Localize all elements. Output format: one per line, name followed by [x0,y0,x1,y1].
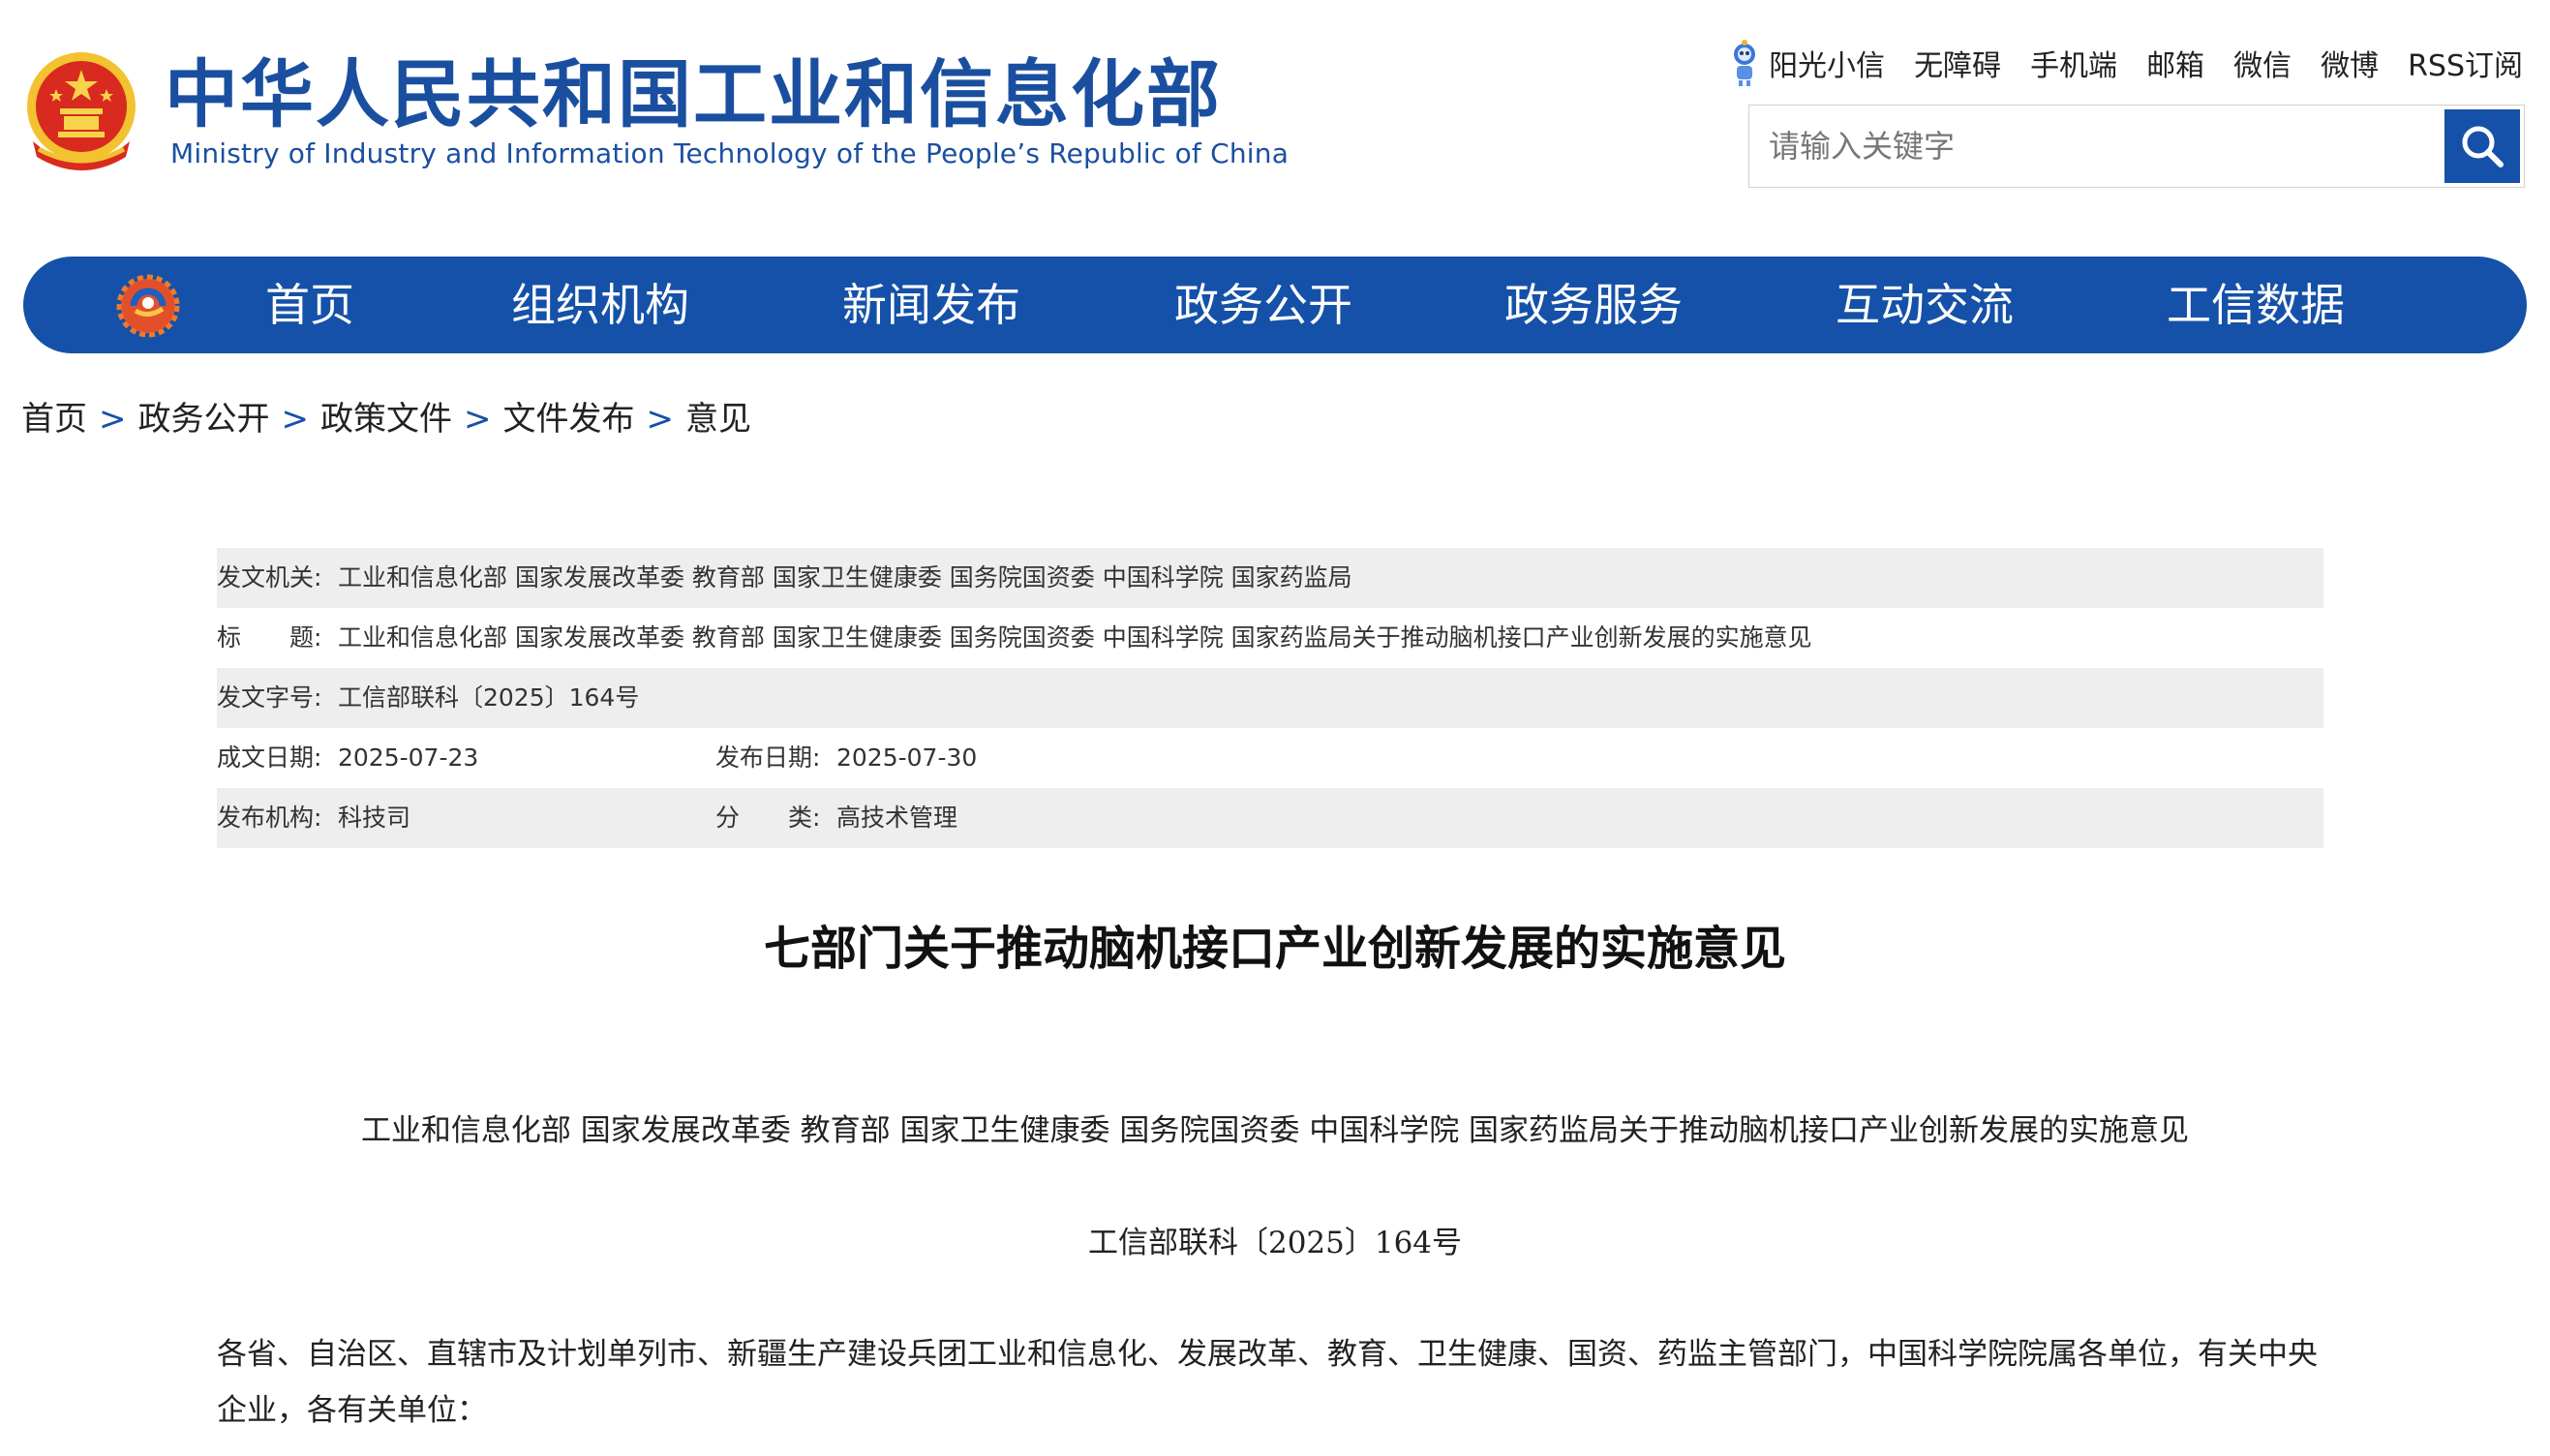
top-link-mobile[interactable]: 手机端 [2030,42,2117,84]
document-meta-table: 发文机关: 工业和信息化部 国家发展改革委 教育部 国家卫生健康委 国务院国资委… [217,548,2323,848]
main-nav: 首页 组织机构 新闻发布 政务公开 政务服务 互动交流 工信数据 [23,257,2527,353]
breadcrumb-opinions[interactable]: 意见 [685,400,751,439]
article-doc-number: 工信部联科〔2025〕164号 [1087,1226,1463,1260]
meta-written-label: 成文日期: [217,743,322,772]
breadcrumb-home[interactable]: 首页 [21,400,87,439]
top-links: 阳光小信 无障碍 手机端 邮箱 微信 微博 RSS订阅 [1726,39,2523,87]
meta-category-label: 分 类: [715,804,821,832]
meta-row-issuer: 发文机关: 工业和信息化部 国家发展改革委 教育部 国家卫生健康委 国务院国资委… [217,548,2323,608]
breadcrumb-separator: > [464,400,492,439]
meta-row-docno: 发文字号: 工信部联科〔2025〕164号 [217,668,2323,728]
breadcrumb: 首页 > 政务公开 > 政策文件 > 文件发布 > 意见 [21,392,751,440]
search-button[interactable] [2444,109,2520,183]
miit-gear-logo-icon [116,274,180,338]
article-paragraph: 各省、自治区、直辖市及计划单列市、新疆生产建设兵团工业和信息化、发展改革、教育、… [217,1337,2318,1428]
meta-row-title: 标 题: 工业和信息化部 国家发展改革委 教育部 国家卫生健康委 国务院国资委 … [217,608,2323,668]
meta-title-value: 工业和信息化部 国家发展改革委 教育部 国家卫生健康委 国务院国资委 中国科学院… [338,623,1812,652]
article-title: 七部门关于推动脑机接口产业创新发展的实施意见 [763,922,1786,976]
meta-written-value: 2025-07-23 [338,743,479,772]
breadcrumb-gov-affairs[interactable]: 政务公开 [138,400,270,439]
search-icon [2462,126,2504,167]
top-link-mail[interactable]: 邮箱 [2146,42,2204,84]
nav-item-gov-services[interactable]: 政务服务 [1504,257,1683,353]
nav-item-interaction[interactable]: 互动交流 [1836,257,2014,353]
meta-org-value: 科技司 [338,804,411,832]
site-title-en: Ministry of Industry and Information Tec… [170,137,1290,169]
site-header: 中华人民共和国工业和信息化部 Ministry of Industry and … [0,0,2550,242]
top-link-rss[interactable]: RSS订阅 [2408,42,2523,84]
breadcrumb-separator: > [281,400,310,439]
national-emblem-icon [27,52,136,170]
meta-issuer-label: 发文机关: [217,563,322,592]
breadcrumb-policy-docs[interactable]: 政策文件 [320,400,452,439]
site-title-cn: 中华人民共和国工业和信息化部 [165,51,1222,137]
top-link-sunshine[interactable]: 阳光小信 [1769,42,1885,84]
top-link-wechat[interactable]: 微信 [2233,42,2292,84]
nav-item-organization[interactable]: 组织机构 [511,257,689,353]
meta-row-dates: 成文日期: 2025-07-23 发布日期: 2025-07-30 [217,728,2323,788]
breadcrumb-separator: > [646,400,675,439]
meta-published-label: 发布日期: [715,743,821,772]
nav-item-gov-affairs-open[interactable]: 政务公开 [1174,257,1352,353]
robot-assistant-icon[interactable] [1726,39,1763,87]
nav-item-news[interactable]: 新闻发布 [842,257,1020,353]
top-link-accessibility[interactable]: 无障碍 [1914,42,2001,84]
meta-row-org: 发布机构: 科技司 分 类: 高技术管理 [217,788,2323,848]
meta-title-label: 标 题: [217,623,322,652]
top-link-weibo[interactable]: 微博 [2321,42,2379,84]
meta-issuer-value: 工业和信息化部 国家发展改革委 教育部 国家卫生健康委 国务院国资委 中国科学院… [338,563,1352,592]
breadcrumb-doc-release[interactable]: 文件发布 [503,400,635,439]
meta-published-value: 2025-07-30 [836,743,978,772]
meta-docno-value: 工信部联科〔2025〕164号 [338,683,640,712]
meta-category-value: 高技术管理 [836,804,958,832]
search-input[interactable] [1749,106,2442,187]
search-box [1748,105,2525,188]
meta-org-label: 发布机构: [217,804,322,832]
breadcrumb-separator: > [99,400,127,439]
nav-item-home[interactable]: 首页 [265,257,354,353]
meta-docno-label: 发文字号: [217,683,322,712]
article-subtitle: 工业和信息化部 国家发展改革委 教育部 国家卫生健康委 国务院国资委 中国科学院… [360,1113,2190,1148]
nav-item-data[interactable]: 工信数据 [2167,257,2345,353]
